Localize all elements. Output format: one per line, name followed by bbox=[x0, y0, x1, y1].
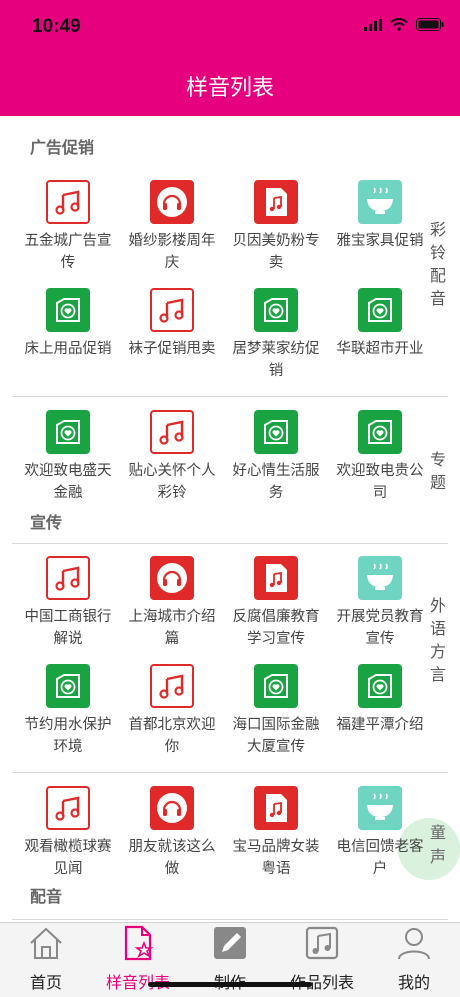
app-header: 10:49 样音列表 bbox=[0, 0, 460, 116]
section-title: 广告促销 bbox=[30, 138, 95, 157]
tab-label: 样音列表 bbox=[105, 973, 170, 992]
tab-label: 首页 bbox=[29, 973, 62, 992]
music-icon bbox=[46, 556, 90, 600]
heart-card-icon bbox=[46, 664, 90, 708]
bowl-icon bbox=[358, 180, 402, 224]
music-file-icon bbox=[254, 786, 298, 830]
sample-item[interactable]: 华联超市开业 bbox=[328, 288, 432, 360]
heart-card-icon bbox=[358, 410, 402, 454]
sample-item-label: 海口国际金融大厦宣传 bbox=[232, 717, 320, 755]
heart-card-icon bbox=[358, 664, 402, 708]
sample-item-label: 华联超市开业 bbox=[336, 341, 424, 357]
sample-item-label: 开展党员教育宣传 bbox=[336, 609, 424, 647]
sample-item[interactable]: 欢迎致电盛天金融 bbox=[16, 410, 120, 504]
sample-item-label: 床上用品促销 bbox=[24, 341, 112, 357]
home-indicator bbox=[148, 982, 312, 987]
sample-item[interactable]: 宝马品牌女装粤语 bbox=[224, 786, 328, 880]
tab-home[interactable]: 首页 bbox=[0, 923, 92, 997]
sample-item[interactable]: 福建平潭介绍 bbox=[328, 664, 432, 736]
sample-item-label: 欢迎致电贵公司 bbox=[336, 463, 424, 501]
sample-item[interactable]: 居梦莱家纺促销 bbox=[224, 288, 328, 382]
sample-item-label: 首都北京欢迎你 bbox=[128, 717, 216, 755]
heart-card-icon bbox=[254, 288, 298, 332]
sample-item[interactable]: 床上用品促销 bbox=[16, 288, 120, 360]
music-icon bbox=[150, 288, 194, 332]
sample-item[interactable]: 贝因美奶粉专卖 bbox=[224, 180, 328, 274]
sample-item[interactable]: 贴心关怀个人彩铃 bbox=[120, 410, 224, 504]
sample-item-label: 婚纱影楼周年庆 bbox=[128, 233, 216, 271]
list-star-icon bbox=[124, 925, 154, 961]
sample-item[interactable]: 海口国际金融大厦宣传 bbox=[224, 664, 328, 758]
sample-item-label: 欢迎致电盛天金融 bbox=[24, 463, 112, 501]
sample-item[interactable]: 袜子促销甩卖 bbox=[120, 288, 224, 360]
sample-item-label: 居梦莱家纺促销 bbox=[232, 341, 320, 379]
bowl-icon bbox=[358, 786, 402, 830]
sample-item[interactable]: 雅宝家具促销 bbox=[328, 180, 432, 252]
sample-item-label: 上海城市介绍篇 bbox=[128, 609, 216, 647]
sample-item[interactable]: 好心情生活服务 bbox=[224, 410, 328, 504]
tab-label: 我的 bbox=[397, 973, 430, 992]
sample-item[interactable]: 婚纱影楼周年庆 bbox=[120, 180, 224, 274]
sample-item-label: 袜子促销甩卖 bbox=[128, 341, 216, 357]
works-icon bbox=[305, 926, 339, 960]
section-title: 宣传 bbox=[30, 513, 63, 532]
heart-card-icon bbox=[46, 410, 90, 454]
headphones-icon bbox=[150, 180, 194, 224]
user-icon bbox=[398, 928, 430, 960]
headphones-icon bbox=[150, 786, 194, 830]
page-title: 样音列表 bbox=[185, 76, 274, 101]
music-file-icon bbox=[254, 556, 298, 600]
tab-label: 制作 bbox=[184, 969, 276, 993]
sample-item[interactable]: 五金城广告宣传 bbox=[16, 180, 120, 274]
sample-item[interactable]: 朋友就该这么做 bbox=[120, 786, 224, 880]
heart-card-icon bbox=[46, 288, 90, 332]
sample-item[interactable]: 节约用水保护环境 bbox=[16, 664, 120, 758]
tab-me[interactable]: 我的 bbox=[368, 923, 460, 997]
sample-item-label: 好心情生活服务 bbox=[232, 463, 320, 501]
sample-item-label: 观看橄榄球赛见闻 bbox=[24, 839, 112, 877]
sample-item[interactable]: 反腐倡廉教育学习宣传 bbox=[224, 556, 328, 650]
section-title: 配音 bbox=[30, 887, 63, 906]
signal-icon bbox=[364, 18, 382, 31]
music-icon bbox=[150, 664, 194, 708]
heart-card-icon bbox=[254, 410, 298, 454]
wifi-icon bbox=[390, 18, 408, 31]
music-icon bbox=[46, 786, 90, 830]
sample-item-label: 贝因美奶粉专卖 bbox=[232, 233, 320, 271]
music-icon bbox=[46, 180, 90, 224]
sample-item-label: 福建平潭介绍 bbox=[336, 717, 424, 733]
sample-item-label: 中国工商银行解说 bbox=[24, 609, 112, 647]
sample-item[interactable]: 中国工商银行解说 bbox=[16, 556, 120, 650]
sample-item[interactable]: 电信回馈老客户 bbox=[328, 786, 432, 880]
sample-item-label: 节约用水保护环境 bbox=[24, 717, 112, 755]
tab-label: 作品列表 bbox=[289, 973, 354, 992]
sample-item-label: 五金城广告宣传 bbox=[24, 233, 112, 271]
battery-icon bbox=[416, 18, 444, 31]
music-icon bbox=[150, 410, 194, 454]
home-icon bbox=[30, 927, 62, 959]
status-time: 10:49 bbox=[32, 16, 81, 37]
sample-item-label: 反腐倡廉教育学习宣传 bbox=[232, 609, 320, 647]
sample-item-label: 雅宝家具促销 bbox=[336, 233, 424, 249]
sample-item[interactable]: 观看橄榄球赛见闻 bbox=[16, 786, 120, 880]
music-file-icon bbox=[254, 180, 298, 224]
sample-item-label: 电信回馈老客户 bbox=[336, 839, 424, 877]
heart-card-icon bbox=[358, 288, 402, 332]
edit-icon bbox=[214, 927, 246, 959]
bowl-icon bbox=[358, 556, 402, 600]
sample-item[interactable]: 上海城市介绍篇 bbox=[120, 556, 224, 650]
sample-item[interactable]: 开展党员教育宣传 bbox=[328, 556, 432, 650]
headphones-icon bbox=[150, 556, 194, 600]
status-icons bbox=[364, 18, 444, 31]
heart-card-icon bbox=[254, 664, 298, 708]
sample-item[interactable]: 首都北京欢迎你 bbox=[120, 664, 224, 758]
sample-item-label: 贴心关怀个人彩铃 bbox=[128, 463, 216, 501]
sample-item-label: 宝马品牌女装粤语 bbox=[232, 839, 320, 877]
sample-item[interactable]: 欢迎致电贵公司 bbox=[328, 410, 432, 504]
sample-item-label: 朋友就该这么做 bbox=[128, 839, 216, 877]
